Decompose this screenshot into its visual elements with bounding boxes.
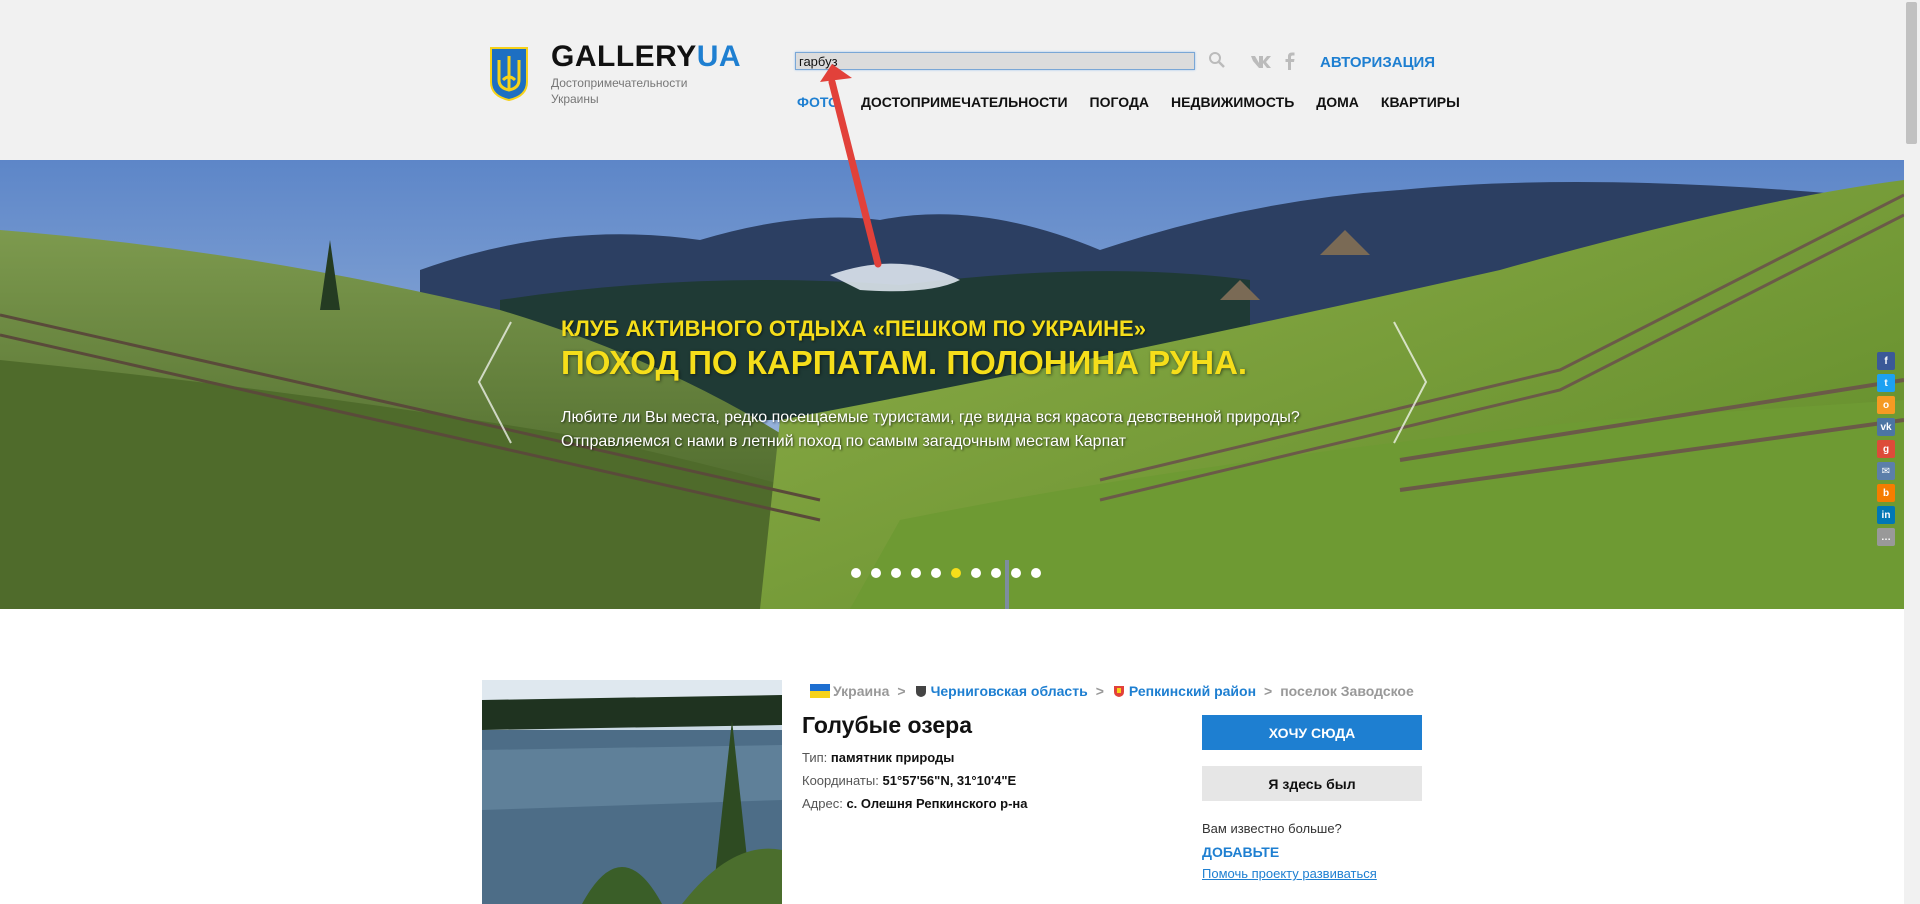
breadcrumb-separator: > xyxy=(1264,683,1273,699)
slider-prev-arrow-icon[interactable] xyxy=(475,320,515,445)
scrollbar-thumb[interactable] xyxy=(1906,2,1917,144)
more-share-icon[interactable]: … xyxy=(1877,528,1895,546)
breadcrumb-district[interactable]: Репкинский район xyxy=(1129,683,1256,699)
page-scrollbar[interactable] xyxy=(1904,0,1920,904)
breadcrumb-separator: > xyxy=(897,683,906,699)
slider-next-arrow-icon[interactable] xyxy=(1390,320,1430,445)
slider-dot[interactable] xyxy=(911,568,921,578)
place-title: Голубые озера xyxy=(802,712,973,738)
nav-item-photo[interactable]: ФОТО xyxy=(797,94,839,110)
slider-dot[interactable] xyxy=(971,568,981,578)
chernihiv-coat-of-arms-icon xyxy=(915,686,926,697)
vk-share-icon[interactable]: vk xyxy=(1877,418,1895,436)
breadcrumb-separator: > xyxy=(1095,683,1104,699)
hero-mountain-landscape-image xyxy=(0,160,1904,609)
ripky-coat-of-arms-icon xyxy=(1113,686,1124,697)
nav-item-houses[interactable]: ДОМА xyxy=(1316,94,1359,110)
email-share-icon[interactable]: ✉ xyxy=(1877,462,1895,480)
login-link[interactable]: АВТОРИЗАЦИЯ xyxy=(1320,54,1435,71)
nav-item-realty[interactable]: НЕДВИЖИМОСТЬ xyxy=(1171,94,1294,110)
site-logo-title[interactable]: GALLERYUA xyxy=(551,40,741,74)
twitter-share-icon[interactable]: t xyxy=(1877,374,1895,392)
help-project-link[interactable]: Помочь проекту развиваться xyxy=(1202,866,1377,881)
vk-icon[interactable] xyxy=(1250,53,1272,69)
google-plus-share-icon[interactable]: g xyxy=(1877,440,1895,458)
linkedin-share-icon[interactable]: in xyxy=(1877,506,1895,524)
place-address: Адрес: с. Олешня Репкинского р-на xyxy=(802,796,1028,811)
breadcrumb-locality: поселок Заводское xyxy=(1280,683,1414,699)
slider-dots xyxy=(851,568,1041,578)
hero-title[interactable]: ПОХОД ПО КАРПАТАМ. ПОЛОНИНА РУНА. xyxy=(561,344,1247,382)
facebook-icon[interactable] xyxy=(1285,52,1295,70)
ukraine-trident-logo-icon[interactable] xyxy=(489,46,529,102)
add-info-link[interactable]: ДОБАВЬТЕ xyxy=(1202,844,1279,860)
slider-dot[interactable] xyxy=(1031,568,1041,578)
been-here-button[interactable]: Я здесь был xyxy=(1202,766,1422,801)
odnoklassniki-share-icon[interactable]: o xyxy=(1877,396,1895,414)
place-photo[interactable] xyxy=(482,680,782,904)
want-to-go-button[interactable]: ХОЧУ СЮДА xyxy=(1202,715,1422,750)
hero-description: Любите ли Вы места, редко посещаемые тур… xyxy=(561,409,1300,450)
place-coordinates: Координаты: 51°57'56"N, 31°10'4"E xyxy=(802,773,1017,788)
blogger-share-icon[interactable]: b xyxy=(1877,484,1895,502)
slider-dot[interactable] xyxy=(891,568,901,578)
slider-dot[interactable] xyxy=(991,568,1001,578)
slider-dot-active[interactable] xyxy=(951,568,961,578)
hero-slider: КЛУБ АКТИВНОГО ОТДЫХА «ПЕШКОМ ПО УКРАИНЕ… xyxy=(0,160,1904,609)
slider-dot[interactable] xyxy=(871,568,881,578)
breadcrumb-region[interactable]: Черниговская область xyxy=(931,683,1088,699)
search-icon[interactable] xyxy=(1208,51,1226,69)
site-header: GALLERYUA Достопримечательности Украины … xyxy=(0,0,1904,160)
breadcrumb: Украина > Черниговская область > Репкинс… xyxy=(810,683,1414,699)
search-input[interactable] xyxy=(795,52,1195,70)
place-type: Тип: памятник природы xyxy=(802,750,955,765)
site-logo-subtitle: Достопримечательности Украины xyxy=(551,76,688,106)
nav-item-apartments[interactable]: КВАРТИРЫ xyxy=(1381,94,1460,110)
nav-item-weather[interactable]: ПОГОДА xyxy=(1090,94,1150,110)
slider-dot[interactable] xyxy=(851,568,861,578)
facebook-share-icon[interactable]: f xyxy=(1877,352,1895,370)
breadcrumb-country[interactable]: Украина xyxy=(833,683,889,699)
slider-dot[interactable] xyxy=(1011,568,1021,578)
share-panel: f t o vk g ✉ b in … xyxy=(1877,352,1895,550)
hero-kicker: КЛУБ АКТИВНОГО ОТДЫХА «ПЕШКОМ ПО УКРАИНЕ… xyxy=(561,316,1146,341)
ukraine-flag-icon xyxy=(810,684,830,698)
slider-dot[interactable] xyxy=(931,568,941,578)
main-nav: ФОТО ДОСТОПРИМЕЧАТЕЛЬНОСТИ ПОГОДА НЕДВИЖ… xyxy=(797,94,1460,110)
know-more-text: Вам известно больше? xyxy=(1202,821,1342,836)
nav-item-sights[interactable]: ДОСТОПРИМЕЧАТЕЛЬНОСТИ xyxy=(861,94,1068,110)
